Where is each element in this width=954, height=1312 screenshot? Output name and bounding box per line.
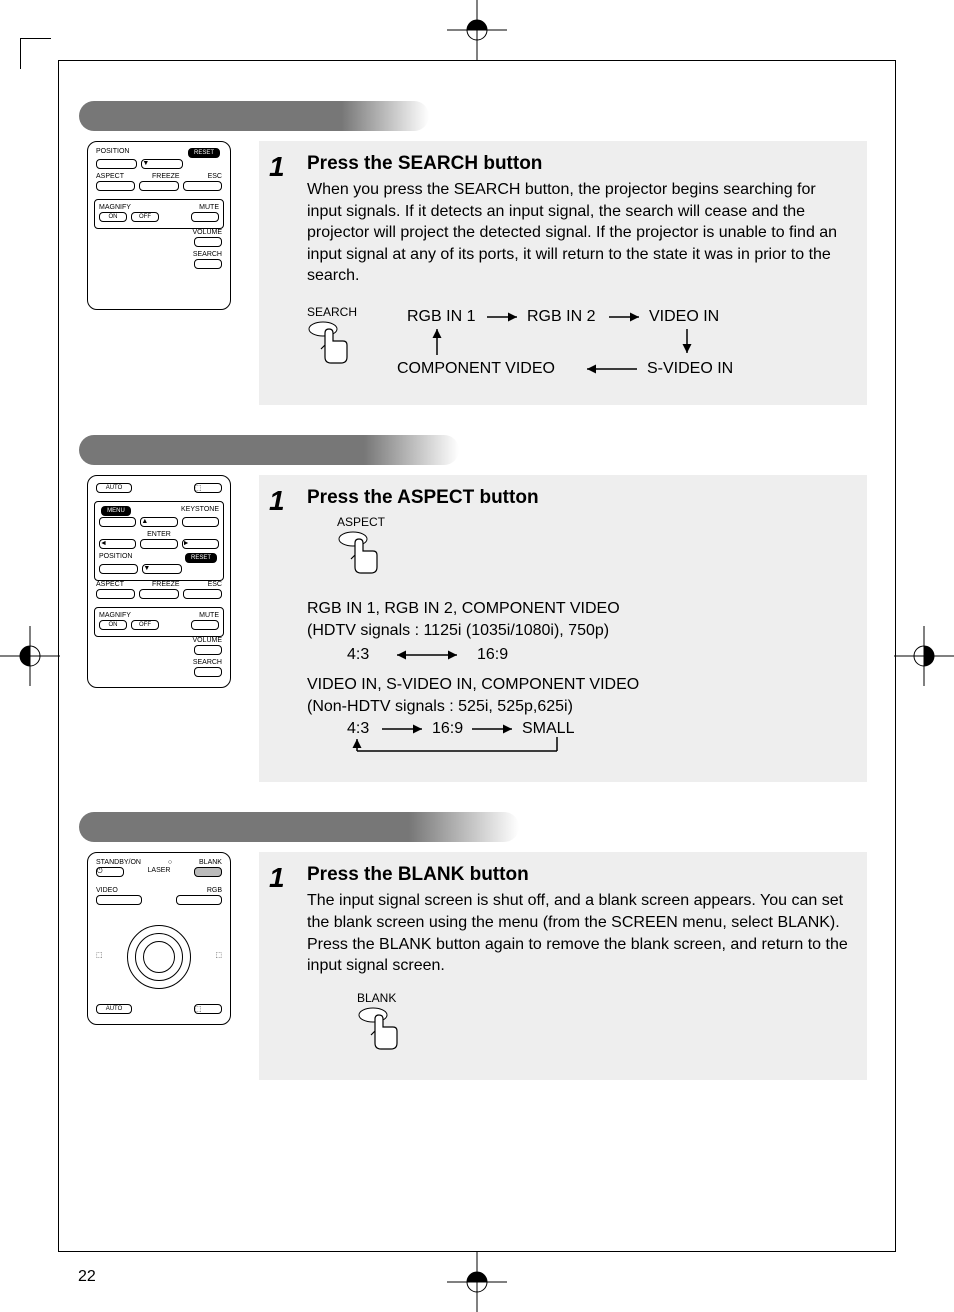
signal-flow-arrows: RGB IN 1 RGB IN 2 VIDEO IN S-VIDEO IN CO… [387, 305, 787, 385]
aspect-line3: VIDEO IN, S-VIDEO IN, COMPONENT VIDEO [307, 674, 853, 696]
aspect-line4: (Non-HDTV signals : 525i, 525p,625i) [307, 696, 853, 718]
ratio-4-3: 4:3 [347, 646, 369, 663]
registration-mark-bottom [447, 1252, 507, 1312]
remote-lbl-standby: STANDBY/ON [96, 859, 141, 866]
remote-lbl-auto: AUTO [96, 483, 132, 493]
flow-rgb-in-1: RGB IN 1 [407, 308, 476, 325]
ratio-16-9: 16:9 [477, 646, 508, 663]
remote-lbl-magnify: MAGNIFY [99, 204, 131, 211]
page-number: 22 [78, 1268, 96, 1286]
page-frame: POSITIONRESET ▼ ASPECTFREEZEESC MAGNIFYM… [58, 60, 896, 1252]
remote-diagram-aspect: AUTO⬚ MENUKEYSTONE ▲ ENTER ◄► POSITIONRE… [87, 475, 231, 688]
aspect-line2: (HDTV signals : 1125i (1035i/1080i), 750… [307, 620, 853, 642]
button-press-icon [337, 529, 387, 579]
flow-component-video: COMPONENT VIDEO [397, 360, 555, 377]
remote-lbl-volume2: VOLUME [192, 637, 222, 644]
button-press-icon [357, 1005, 407, 1055]
aspect-line1: RGB IN 1, RGB IN 2, COMPONENT VIDEO [307, 598, 853, 620]
remote-lbl-esc: ESC [208, 173, 222, 180]
section-header-bar [79, 101, 429, 131]
seq-16-9: 16:9 [432, 720, 463, 737]
remote-lbl-aspect2: ASPECT [96, 581, 124, 588]
remote-lbl-aspect: ASPECT [96, 173, 124, 180]
seq-small: SMALL [522, 720, 575, 737]
remote-lbl-menu: MENU [101, 506, 131, 516]
step-number: 1 [269, 864, 297, 1059]
step-heading: Press the SEARCH button [307, 153, 853, 175]
remote-lbl-keystone: KEYSTONE [181, 506, 219, 516]
remote-lbl-rgb: RGB [207, 887, 222, 894]
section-aspect: AUTO⬚ MENUKEYSTONE ▲ ENTER ◄► POSITIONRE… [79, 435, 867, 782]
registration-mark-left [0, 626, 60, 686]
flow-rgb-in-2: RGB IN 2 [527, 308, 596, 325]
seq-4-3: 4:3 [347, 720, 369, 737]
section-blank: STANDBY/ON○BLANK ⏻LASER VIDEORGB ⬚ ⬚ AUT… [79, 812, 867, 1079]
press-label-blank: BLANK [357, 991, 853, 1005]
step-body: The input signal screen is shut off, and… [307, 890, 853, 976]
remote-lbl-off: OFF [131, 212, 159, 222]
remote-lbl-search2: SEARCH [193, 659, 222, 666]
remote-lbl-magnify2: MAGNIFY [99, 612, 131, 619]
remote-lbl-freeze2: FREEZE [152, 581, 180, 588]
remote-lbl-blank: BLANK [199, 859, 222, 866]
remote-diagram-search: POSITIONRESET ▼ ASPECTFREEZEESC MAGNIFYM… [87, 141, 231, 310]
step-heading: Press the BLANK button [307, 864, 853, 886]
step-number: 1 [269, 487, 297, 762]
signal-flow-diagram: SEARCH [307, 305, 853, 385]
content-aspect: 1 Press the ASPECT button ASPECT RGB IN … [259, 475, 867, 782]
remote-lbl-mute: MUTE [199, 204, 219, 211]
aspect-ratio-toggle: 4:3 16:9 [307, 641, 567, 669]
remote-lbl-freeze: FREEZE [152, 173, 180, 180]
remote-diagram-blank: STANDBY/ON○BLANK ⏻LASER VIDEORGB ⬚ ⬚ AUT… [87, 852, 231, 1025]
step-heading: Press the ASPECT button [307, 487, 853, 509]
content-blank: 1 Press the BLANK button The input signa… [259, 852, 867, 1079]
press-label-search: SEARCH [307, 305, 357, 319]
remote-lbl-reset: RESET [188, 148, 220, 158]
section-header-bar [79, 435, 459, 465]
section-search: POSITIONRESET ▼ ASPECTFREEZEESC MAGNIFYM… [79, 101, 867, 405]
registration-mark-top [447, 0, 507, 60]
remote-lbl-mute2: MUTE [199, 612, 219, 619]
remote-lbl-reset2: RESET [185, 553, 217, 563]
aspect-sequence: 4:3 16:9 SMALL [307, 717, 627, 757]
button-press-icon [307, 319, 357, 369]
section-header-bar [79, 812, 519, 842]
remote-lbl-position2: POSITION [99, 553, 132, 563]
flow-video-in: VIDEO IN [649, 308, 719, 325]
remote-lbl-search: SEARCH [193, 251, 222, 258]
content-search: 1 Press the SEARCH button When you press… [259, 141, 867, 405]
flow-s-video-in: S-VIDEO IN [647, 360, 733, 377]
remote-lbl-position: POSITION [96, 148, 129, 158]
press-label-aspect: ASPECT [337, 515, 853, 529]
remote-lbl-on: ON [99, 212, 127, 222]
remote-lbl-video: VIDEO [96, 887, 118, 894]
remote-lbl-volume: VOLUME [192, 229, 222, 236]
remote-lbl-enter: ENTER [147, 531, 171, 538]
remote-lbl-laser: LASER [126, 867, 192, 877]
remote-lbl-esc2: ESC [208, 581, 222, 588]
step-number: 1 [269, 153, 297, 385]
remote-lbl-auto2: AUTO [96, 1004, 132, 1014]
corner-mark [20, 38, 51, 69]
step-body: When you press the SEARCH button, the pr… [307, 179, 853, 287]
registration-mark-right [894, 626, 954, 686]
